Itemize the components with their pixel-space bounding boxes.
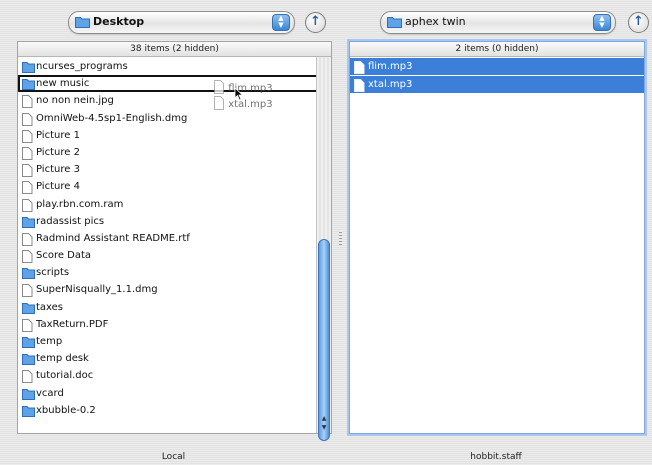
left-file-row[interactable]: Radmind Assistant README.rtf — [18, 230, 331, 247]
left-file-row[interactable]: xbubble-0.2 — [18, 402, 331, 419]
left-file-row[interactable]: temp desk — [18, 350, 331, 367]
left-file-row[interactable]: ncurses_programs — [18, 58, 331, 75]
file-name: no non nein.jpg — [36, 95, 114, 107]
left-file-row[interactable]: scripts — [18, 264, 331, 281]
document-icon — [354, 79, 365, 98]
file-name: temp — [36, 336, 63, 347]
left-file-row[interactable]: radassist pics — [18, 213, 331, 230]
file-name: temp desk — [36, 353, 89, 365]
left-location-label: Desktop — [93, 15, 145, 28]
file-name: scripts — [36, 267, 70, 279]
right-location-label: aphex twin — [405, 15, 466, 28]
left-file-row[interactable]: vcard — [18, 385, 331, 402]
file-name: SuperNisqually_1.1.dmg — [36, 284, 158, 296]
left-file-row[interactable]: taxes — [18, 299, 331, 316]
scroll-up-arrow-icon[interactable]: ▲ — [319, 414, 329, 423]
file-name: OmniWeb-4.5sp1-English.dmg — [36, 112, 188, 124]
left-item-count: 38 items (2 hidden) — [18, 42, 331, 57]
file-name: taxes — [36, 301, 64, 313]
right-file-row[interactable]: flim.mp3 — [350, 58, 644, 76]
up-arrow-icon: ↑ — [633, 14, 644, 29]
left-file-list[interactable]: 38 items (2 hidden) ncurses_programsnew … — [17, 41, 332, 441]
left-scrollbar[interactable]: ▲ ▼ — [316, 57, 331, 441]
folder-icon — [75, 15, 90, 31]
file-name: Radmind Assistant README.rtf — [36, 232, 190, 244]
right-file-list[interactable]: 2 items (0 hidden) flim.mp3 xtal.mp3 — [349, 41, 645, 434]
left-file-row[interactable]: TaxReturn.PDF — [18, 316, 331, 333]
right-up-button[interactable]: ↑ — [628, 12, 649, 33]
left-up-button[interactable]: ↑ — [305, 12, 326, 33]
left-file-row[interactable]: SuperNisqually_1.1.dmg — [18, 281, 331, 298]
scroll-down-arrow-icon[interactable]: ▼ — [319, 423, 329, 432]
folder-icon — [22, 405, 35, 423]
folder-icon — [387, 15, 402, 31]
document-icon — [214, 96, 224, 110]
file-name: Picture 2 — [36, 146, 80, 158]
left-footer: Local — [161, 452, 186, 462]
right-file-row[interactable]: xtal.mp3 — [350, 76, 644, 94]
left-file-row[interactable]: play.rbn.com.ram — [18, 196, 331, 213]
file-name: Picture 1 — [36, 129, 80, 141]
right-location-popup[interactable]: aphex twin ▲ ▼ — [380, 11, 616, 34]
left-scroll-thumb[interactable] — [318, 239, 330, 441]
left-file-row[interactable]: OmniWeb-4.5sp1-English.dmg — [18, 110, 331, 127]
left-file-row[interactable]: temp — [18, 333, 331, 350]
right-item-count: 2 items (0 hidden) — [350, 42, 644, 57]
mouse-cursor-icon — [234, 87, 244, 101]
file-name: xbubble-0.2 — [36, 404, 96, 416]
file-name: vcard — [36, 387, 64, 399]
file-name: ncurses_programs — [36, 61, 128, 72]
file-name: play.rbn.com.ram — [36, 198, 124, 210]
updown-arrows-icon: ▲ ▼ — [593, 14, 611, 31]
right-footer: hobbit.staff — [470, 452, 522, 462]
left-location-popup[interactable]: Desktop ▲ ▼ — [68, 11, 295, 34]
left-file-row[interactable]: no non nein.jpg — [18, 92, 331, 109]
file-name: radassist pics — [36, 215, 105, 227]
left-file-row[interactable]: Picture 2 — [18, 144, 331, 161]
left-file-row[interactable]: Picture 3 — [18, 161, 331, 178]
document-icon — [214, 80, 224, 94]
right-rows: flim.mp3 xtal.mp3 — [350, 58, 644, 94]
split-handle[interactable] — [339, 231, 342, 245]
file-name: Picture 4 — [36, 181, 80, 193]
file-name: TaxReturn.PDF — [36, 318, 109, 330]
file-name: new music — [36, 78, 90, 90]
file-name: xtal.mp3 — [368, 79, 413, 91]
file-name: Picture 3 — [36, 164, 80, 176]
left-file-row[interactable]: Picture 1 — [18, 127, 331, 144]
left-file-row[interactable]: Score Data — [18, 247, 331, 264]
left-file-row[interactable]: new music — [18, 75, 331, 93]
file-name: tutorial.doc — [36, 370, 94, 382]
left-rows: ncurses_programsnew music no non nein.jpg… — [18, 58, 331, 419]
file-name: Score Data — [36, 250, 92, 262]
left-file-row[interactable]: tutorial.doc — [18, 367, 331, 384]
left-file-row[interactable]: Picture 4 — [18, 178, 331, 195]
up-arrow-icon: ↑ — [310, 14, 321, 29]
file-name: flim.mp3 — [368, 61, 413, 72]
updown-arrows-icon: ▲ ▼ — [272, 14, 290, 31]
